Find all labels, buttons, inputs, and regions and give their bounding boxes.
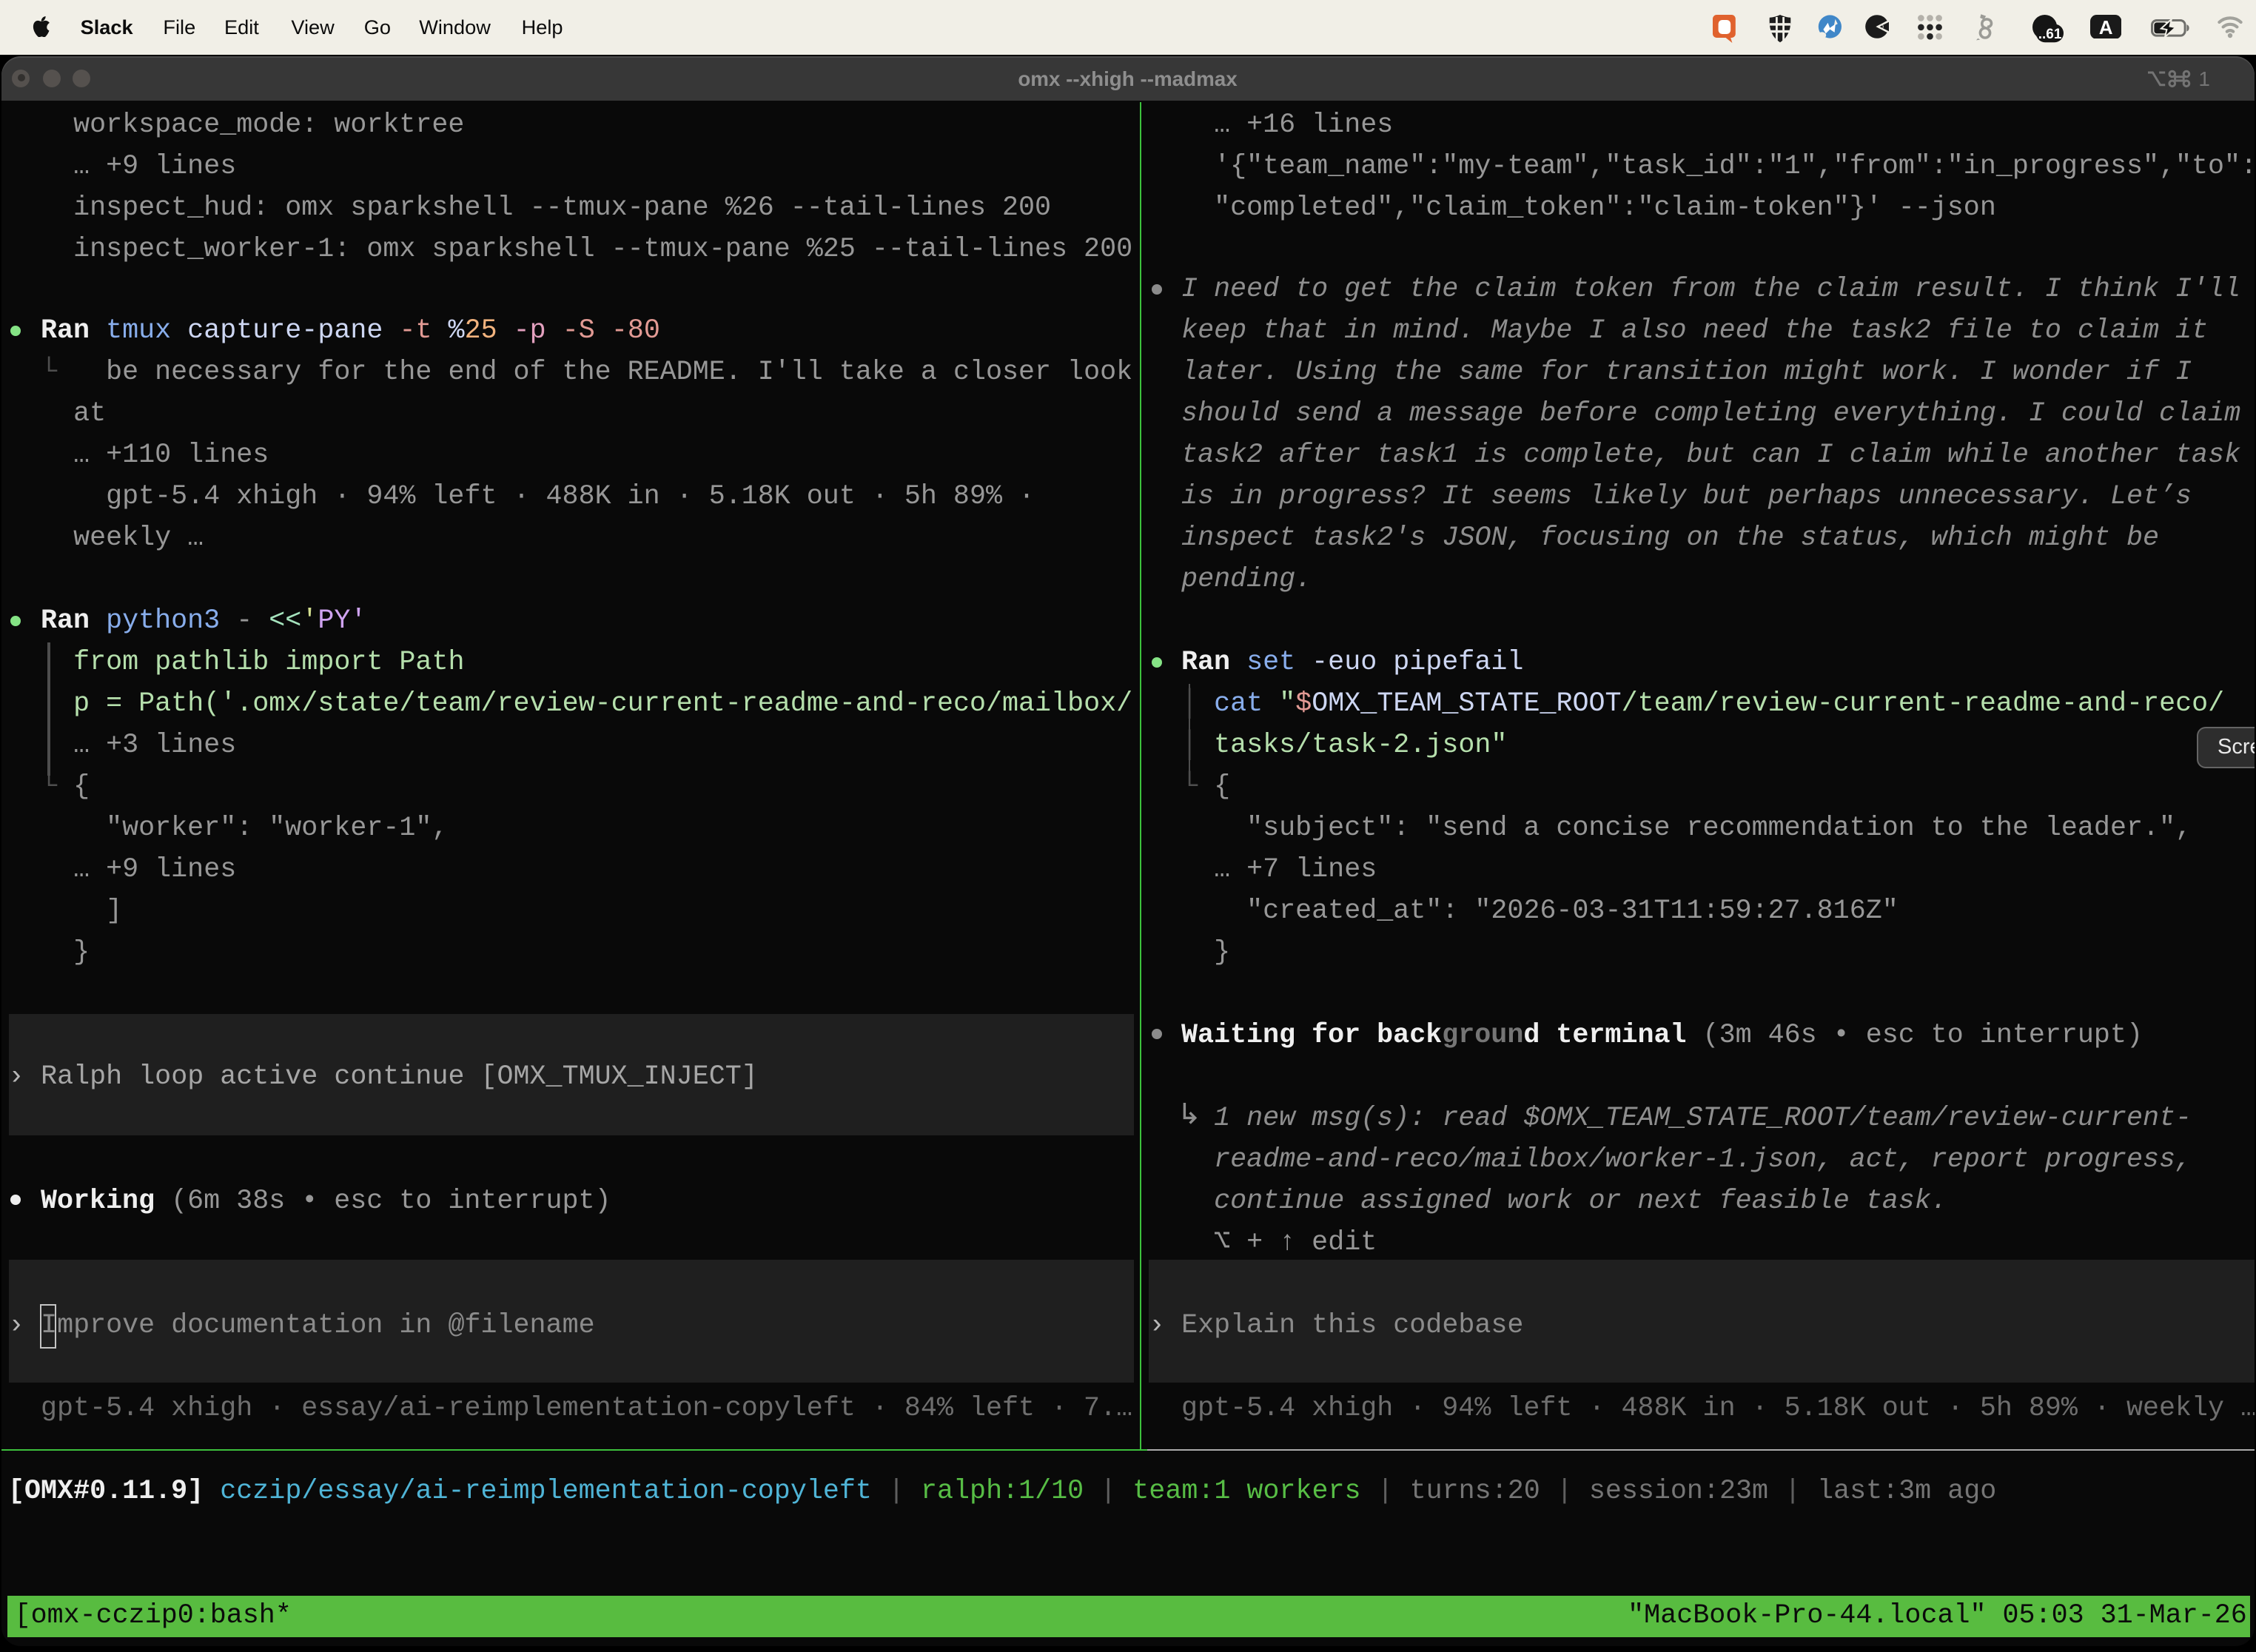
svg-text:A: A (2099, 16, 2113, 38)
svg-text:..61: ..61 (2038, 26, 2062, 41)
